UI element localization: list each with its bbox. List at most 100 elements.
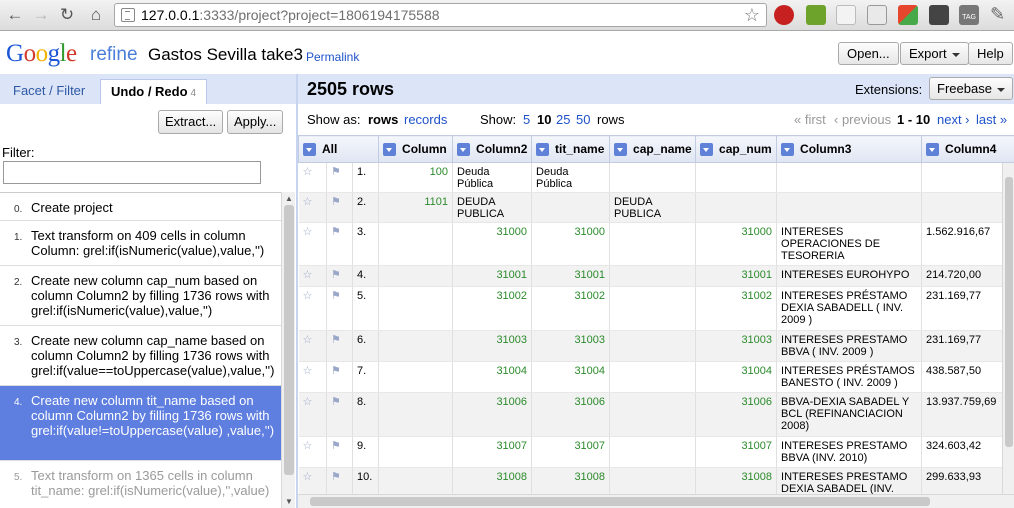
flag-icon[interactable]: ⚑ — [326, 286, 353, 331]
star-icon[interactable]: ☆ — [298, 222, 327, 266]
flag-icon[interactable]: ⚑ — [326, 467, 353, 494]
history-entry-future[interactable]: 5. Text transform on 1365 cells in colum… — [0, 461, 281, 508]
column-header[interactable]: tit_name — [531, 135, 611, 163]
colorful-extension-icon[interactable] — [898, 5, 918, 25]
cell-tit-name[interactable]: Deuda Pública — [531, 162, 611, 193]
freebase-button[interactable]: Freebase — [929, 77, 1013, 100]
cell-column3[interactable]: INTERESES PRÉSTAMOS BANESTO ( INV. 2009 … — [776, 361, 923, 393]
cell-cap-num[interactable]: 31000 — [695, 222, 778, 266]
cell-column3[interactable]: INTERESES PRESTAMO DEXIA SABADEL (INV. — [776, 467, 923, 494]
star-icon[interactable]: ☆ — [298, 392, 327, 437]
column-menu-icon[interactable] — [700, 143, 714, 157]
cell-column2[interactable]: 31000 — [452, 222, 533, 266]
extract-button[interactable]: Extract... — [158, 110, 224, 134]
page-size-10[interactable]: 10 — [537, 112, 551, 127]
column-menu-icon[interactable] — [383, 143, 397, 157]
cell-column2[interactable]: Deuda Pública — [452, 162, 533, 193]
cell-column[interactable] — [378, 392, 454, 437]
flag-icon[interactable]: ⚑ — [326, 265, 353, 287]
cell-tit-name[interactable]: 31002 — [531, 286, 611, 331]
permalink-link[interactable]: Permalink — [306, 50, 359, 64]
cell-tit-name[interactable]: 31000 — [531, 222, 611, 266]
cell-column4[interactable]: 231.169,77 — [921, 286, 1014, 331]
scroll-up-icon[interactable]: ▲ — [285, 194, 293, 203]
cell-tit-name[interactable]: 31003 — [531, 330, 611, 362]
bookmark-star-icon[interactable]: ☆ — [744, 5, 760, 25]
cell-column[interactable] — [378, 361, 454, 393]
history-entry[interactable]: 3. Create new column cap_name based on c… — [0, 326, 281, 386]
cell-column3[interactable]: INTERESES PRÉSTAMO DEXIA SABADELL ( INV.… — [776, 286, 923, 331]
cell-column4[interactable]: 324.603,42 — [921, 436, 1014, 468]
column-header[interactable]: Column — [378, 135, 454, 163]
cell-column2[interactable]: 31001 — [452, 265, 533, 287]
cell-cap-name[interactable] — [609, 467, 697, 494]
filter-input[interactable] — [3, 161, 261, 184]
page-size-50[interactable]: 50 — [576, 112, 590, 127]
history-entry[interactable]: 0. Create project — [0, 193, 281, 221]
open-button[interactable]: Open... — [838, 42, 899, 65]
cell-column[interactable]: 1101 — [378, 192, 454, 223]
apply-button[interactable]: Apply... — [227, 110, 284, 134]
history-scrollbar[interactable]: ▲ ▼ — [281, 192, 295, 508]
cell-cap-name[interactable] — [609, 222, 697, 266]
column-menu-icon[interactable] — [614, 143, 628, 157]
cell-column2[interactable]: 31004 — [452, 361, 533, 393]
flag-icon[interactable]: ⚑ — [326, 392, 353, 437]
wr-extension-icon[interactable] — [836, 5, 856, 25]
column-menu-icon[interactable] — [536, 143, 550, 157]
cell-column[interactable] — [378, 286, 454, 331]
history-entry-selected[interactable]: 4. Create new column tit_name based on c… — [0, 386, 281, 461]
cell-column4[interactable]: 214.720,00 — [921, 265, 1014, 287]
history-entry[interactable]: 2. Create new column cap_num based on co… — [0, 266, 281, 326]
cell-tit-name[interactable]: 31004 — [531, 361, 611, 393]
column-header[interactable]: Column2 — [452, 135, 533, 163]
cell-cap-num[interactable]: 31001 — [695, 265, 778, 287]
tab-facet-filter[interactable]: Facet / Filter — [3, 79, 95, 104]
column-menu-icon[interactable] — [457, 143, 471, 157]
cell-cap-name[interactable] — [609, 162, 697, 193]
star-icon[interactable]: ☆ — [298, 192, 327, 223]
home-icon[interactable]: ⌂ — [85, 5, 107, 25]
cell-cap-num[interactable]: 31008 — [695, 467, 778, 494]
cell-column2[interactable]: 31003 — [452, 330, 533, 362]
cell-cap-name[interactable] — [609, 392, 697, 437]
scrollbar-thumb[interactable] — [1005, 177, 1013, 447]
cell-cap-name[interactable] — [609, 286, 697, 331]
cell-column3[interactable]: BBVA-DEXIA SABADEL Y BCL (REFINANCIACION… — [776, 392, 923, 437]
tab-undo-redo[interactable]: Undo / Redo 4 — [100, 79, 208, 104]
cell-column2[interactable]: 31002 — [452, 286, 533, 331]
cell-column2[interactable]: 31008 — [452, 467, 533, 494]
column-menu-icon[interactable] — [781, 143, 795, 157]
cell-tit-name[interactable]: 31001 — [531, 265, 611, 287]
layers-extension-icon[interactable] — [929, 5, 949, 25]
cell-column2[interactable]: 31007 — [452, 436, 533, 468]
cell-column4[interactable]: 1.562.916,67 — [921, 222, 1014, 266]
cell-column3[interactable] — [776, 162, 923, 193]
cell-column[interactable] — [378, 222, 454, 266]
cell-cap-num[interactable]: 31002 — [695, 286, 778, 331]
address-bar[interactable]: 127.0.0.1:3333/project?project=180619417… — [114, 3, 767, 27]
cell-cap-num[interactable] — [695, 162, 778, 193]
adblock-icon[interactable] — [774, 5, 794, 25]
star-icon[interactable]: ☆ — [298, 330, 327, 362]
cell-column2[interactable]: 31006 — [452, 392, 533, 437]
show-records-link[interactable]: records — [404, 112, 447, 127]
flag-icon[interactable]: ⚑ — [326, 361, 353, 393]
star-icon[interactable]: ☆ — [298, 361, 327, 393]
star-icon[interactable]: ☆ — [298, 467, 327, 494]
cell-cap-name[interactable] — [609, 361, 697, 393]
cell-column3[interactable]: INTERESES PRESTAMO BBVA ( INV. 2009 ) — [776, 330, 923, 362]
cell-tit-name[interactable] — [531, 192, 611, 223]
cell-column4[interactable]: 231.169,77 — [921, 330, 1014, 362]
help-button[interactable]: Help — [968, 42, 1013, 65]
forward-icon[interactable]: → — [30, 5, 52, 25]
cell-cap-num[interactable] — [695, 192, 778, 223]
column-menu-icon[interactable] — [926, 143, 940, 157]
pager-next[interactable]: next › — [937, 112, 970, 127]
cell-tit-name[interactable]: 31008 — [531, 467, 611, 494]
cell-column3[interactable]: INTERESES PRESTAMO BBVA (INV. 2010) — [776, 436, 923, 468]
column-menu-icon[interactable] — [303, 143, 316, 157]
back-icon[interactable]: ← — [4, 5, 26, 25]
cell-column[interactable] — [378, 265, 454, 287]
cell-column3[interactable] — [776, 192, 923, 223]
